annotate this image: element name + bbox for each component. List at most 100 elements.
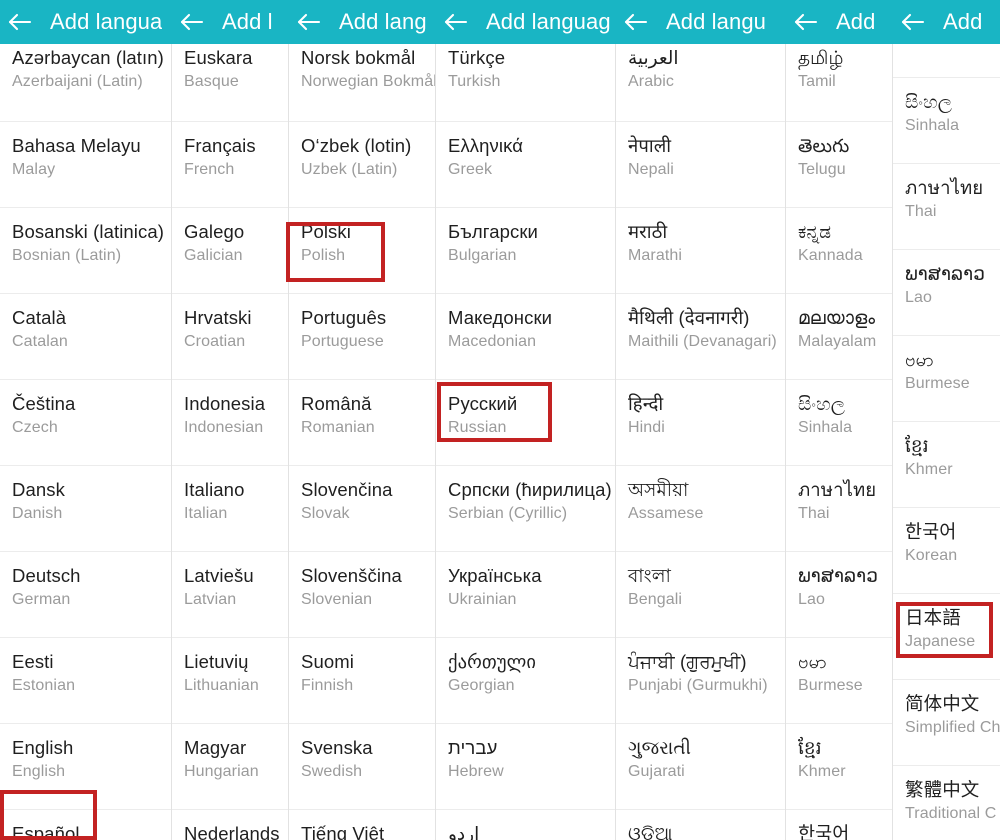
language-english-name: Malayalam <box>798 333 877 351</box>
language-list-item[interactable]: 한국어 <box>786 810 893 840</box>
language-list-item[interactable]: தமிழ் Tamil <box>786 44 893 122</box>
language-list-item-highlighted[interactable]: Русский Russian <box>436 380 616 466</box>
language-list-item[interactable]: 한국어 Korean <box>893 508 1000 594</box>
language-list-item[interactable]: සිංහල Sinhala <box>786 380 893 466</box>
language-list-column-4[interactable]: Türkçe Turkish Ελληνικά Greek Български … <box>436 44 616 840</box>
language-list-item-highlighted[interactable]: Español <box>0 810 172 840</box>
language-list-item[interactable]: Svenska Swedish <box>289 724 436 810</box>
language-english-name: Sinhala <box>905 117 960 135</box>
back-arrow-icon[interactable] <box>289 0 329 44</box>
language-list-column-6[interactable]: தமிழ் Tamil తెలుగు Telugu ಕನ್ನಡ Kannada … <box>786 44 893 840</box>
language-list-column-1[interactable]: Azərbaycan (latın) Azerbaijani (Latin) B… <box>0 44 172 840</box>
language-list-item[interactable]: Italiano Italian <box>172 466 289 552</box>
back-arrow-icon[interactable] <box>893 0 933 44</box>
language-list-item[interactable]: Українська Ukrainian <box>436 552 616 638</box>
language-list-item[interactable]: Slovenčina Slovak <box>289 466 436 552</box>
language-list-item[interactable]: Ελληνικά Greek <box>436 122 616 208</box>
language-native-name: ਪੰਜਾਬੀ (ਗੁਰਮੁਖੀ) <box>628 651 747 672</box>
language-list-item[interactable]: Tiếng Việt <box>289 810 436 840</box>
language-list-item[interactable]: ภาษาไทย Thai <box>786 466 893 552</box>
language-list-item[interactable]: Azərbaycan (latın) Azerbaijani (Latin) <box>0 44 172 122</box>
language-list-item[interactable]: Български Bulgarian <box>436 208 616 294</box>
language-list-item[interactable]: Nederlands <box>172 810 289 840</box>
language-list-item[interactable]: Bosanski (latinica) Bosnian (Latin) <box>0 208 172 294</box>
language-list-item[interactable]: Hrvatski Croatian <box>172 294 289 380</box>
language-native-name: தமிழ் <box>798 47 844 68</box>
language-list-item[interactable]: اردو <box>436 810 616 840</box>
language-list-item[interactable]: Suomi Finnish <box>289 638 436 724</box>
language-list-item[interactable]: हिन्दी Hindi <box>616 380 786 466</box>
language-list-item[interactable]: Română Romanian <box>289 380 436 466</box>
language-list-item[interactable]: Deutsch German <box>0 552 172 638</box>
language-list-item[interactable]: O‘zbek (lotin) Uzbek (Latin) <box>289 122 436 208</box>
language-english-name: Indonesian <box>184 419 264 437</box>
language-list-item[interactable]: עברית Hebrew <box>436 724 616 810</box>
language-native-name: Hrvatski <box>184 307 252 328</box>
language-list-item[interactable]: অসমীয়া Assamese <box>616 466 786 552</box>
language-list-item[interactable]: ქართული Georgian <box>436 638 616 724</box>
language-list-item[interactable]: Indonesia Indonesian <box>172 380 289 466</box>
language-list-item[interactable]: ภาษาไทย Thai <box>893 164 1000 250</box>
language-list-item[interactable]: Türkçe Turkish <box>436 44 616 122</box>
language-list-item[interactable]: ພາສາລາວ Lao <box>893 250 1000 336</box>
language-list-item[interactable]: Galego Galician <box>172 208 289 294</box>
language-list-item[interactable]: తెలుగు Telugu <box>786 122 893 208</box>
language-list-item[interactable]: ខ្មែរ Khmer <box>786 724 893 810</box>
language-list-item[interactable]: नेपाली Nepali <box>616 122 786 208</box>
back-arrow-icon[interactable] <box>436 0 476 44</box>
language-list-item[interactable]: मराठी Marathi <box>616 208 786 294</box>
language-list-item[interactable]: Euskara Basque <box>172 44 289 122</box>
language-list-item[interactable]: Čeština Czech <box>0 380 172 466</box>
language-list-item[interactable]: Dansk Danish <box>0 466 172 552</box>
appbar-title-5: Add langu <box>666 9 766 34</box>
language-list-item-highlighted[interactable]: 日本語 Japanese <box>893 594 1000 680</box>
language-list-item[interactable]: 简体中文 Simplified Ch <box>893 680 1000 766</box>
back-arrow-icon[interactable] <box>172 0 212 44</box>
language-list-item[interactable]: Norsk bokmål Norwegian Bokmål <box>289 44 436 122</box>
language-list-item[interactable]: Српски (ћирилица) Serbian (Cyrillic) <box>436 466 616 552</box>
language-list-item[interactable]: ဗမာ Burmese <box>893 336 1000 422</box>
language-list-item[interactable]: English English <box>0 724 172 810</box>
language-list-item[interactable]: العربية Arabic <box>616 44 786 122</box>
language-english-name: Korean <box>905 547 958 565</box>
language-list-item[interactable]: മലയാളം Malayalam <box>786 294 893 380</box>
language-english-name: Serbian (Cyrillic) <box>448 505 568 523</box>
language-native-name: עברית <box>448 737 498 758</box>
language-list-column-2[interactable]: Euskara Basque Français French Galego Ga… <box>172 44 289 840</box>
language-list-item[interactable]: Català Catalan <box>0 294 172 380</box>
language-list-item[interactable]: मैथिली (देवनागरी) Maithili (Devanagari) <box>616 294 786 380</box>
language-list-item[interactable]: ಕನ್ನಡ Kannada <box>786 208 893 294</box>
language-list-item[interactable]: ພາສາລາວ Lao <box>786 552 893 638</box>
language-list-column-5[interactable]: العربية Arabic नेपाली Nepali मराठी Marat… <box>616 44 786 840</box>
language-list-column-3[interactable]: Norsk bokmål Norwegian Bokmål O‘zbek (lo… <box>289 44 436 840</box>
language-list-item[interactable]: Lietuvių Lithuanian <box>172 638 289 724</box>
language-list-item[interactable]: Македонски Macedonian <box>436 294 616 380</box>
language-list-item[interactable]: Bahasa Melayu Malay <box>0 122 172 208</box>
language-list-item[interactable]: Português Portuguese <box>289 294 436 380</box>
language-list-item[interactable]: Français French <box>172 122 289 208</box>
language-list-item[interactable]: Malayalam <box>893 44 1000 78</box>
language-list-item[interactable]: 繁體中文 Traditional C <box>893 766 1000 840</box>
back-arrow-icon[interactable] <box>616 0 656 44</box>
language-list-item[interactable]: සිංහල Sinhala <box>893 78 1000 164</box>
language-list-item[interactable]: Slovenščina Slovenian <box>289 552 436 638</box>
language-list-item[interactable]: Eesti Estonian <box>0 638 172 724</box>
language-list-item[interactable]: Magyar Hungarian <box>172 724 289 810</box>
language-english-name: Galician <box>184 247 243 265</box>
language-native-name: 한국어 <box>905 521 957 542</box>
language-list-column-7[interactable]: Malayalam සිංහල Sinhala ภาษาไทย Thai ພາສ… <box>893 44 1000 840</box>
language-list-item[interactable]: ဗမာ Burmese <box>786 638 893 724</box>
back-arrow-icon[interactable] <box>786 0 826 44</box>
language-english-name: Czech <box>12 419 58 437</box>
language-list-item[interactable]: Latviešu Latvian <box>172 552 289 638</box>
language-list-item[interactable]: ગુજરાતી Gujarati <box>616 724 786 810</box>
language-english-name: Malay <box>12 161 56 179</box>
language-list-item[interactable]: বাংলা Bengali <box>616 552 786 638</box>
language-list-item-highlighted[interactable]: Polski Polish <box>289 208 436 294</box>
language-list-item[interactable]: ខ្មែរ Khmer <box>893 422 1000 508</box>
language-english-name: Italian <box>184 505 228 523</box>
language-list-item[interactable]: ਪੰਜਾਬੀ (ਗੁਰਮੁਖੀ) Punjabi (Gurmukhi) <box>616 638 786 724</box>
language-list-item[interactable]: ଓଡ଼ିଆ <box>616 810 786 840</box>
language-native-name: ខ្មែរ <box>798 737 822 758</box>
back-arrow-icon[interactable] <box>0 0 40 44</box>
